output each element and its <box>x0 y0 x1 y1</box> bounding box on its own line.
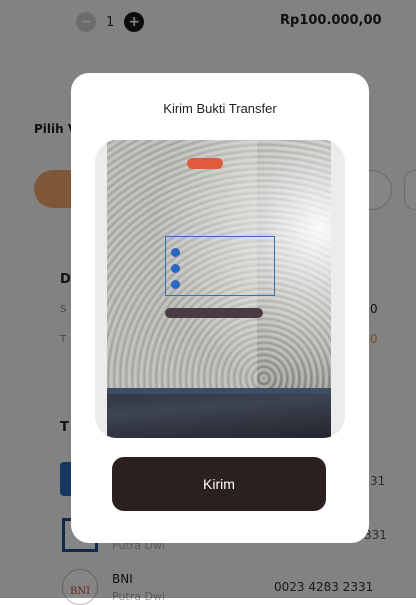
transfer-proof-image <box>95 140 345 438</box>
photo-selection-box <box>165 236 275 296</box>
photo-radio <box>171 280 180 289</box>
photo-orange-chip <box>187 158 223 169</box>
photo-laptop-bezel <box>107 388 331 438</box>
photo-radio <box>171 264 180 273</box>
send-button[interactable]: Kirim <box>112 457 326 511</box>
modal-title: Kirim Bukti Transfer <box>163 101 277 116</box>
photo-radio <box>171 248 180 257</box>
photo-button <box>165 308 263 318</box>
photo-taskbar <box>107 388 331 394</box>
photographed-screen <box>107 140 275 400</box>
transfer-proof-modal: Kirim Bukti Transfer Kirim <box>71 73 369 543</box>
